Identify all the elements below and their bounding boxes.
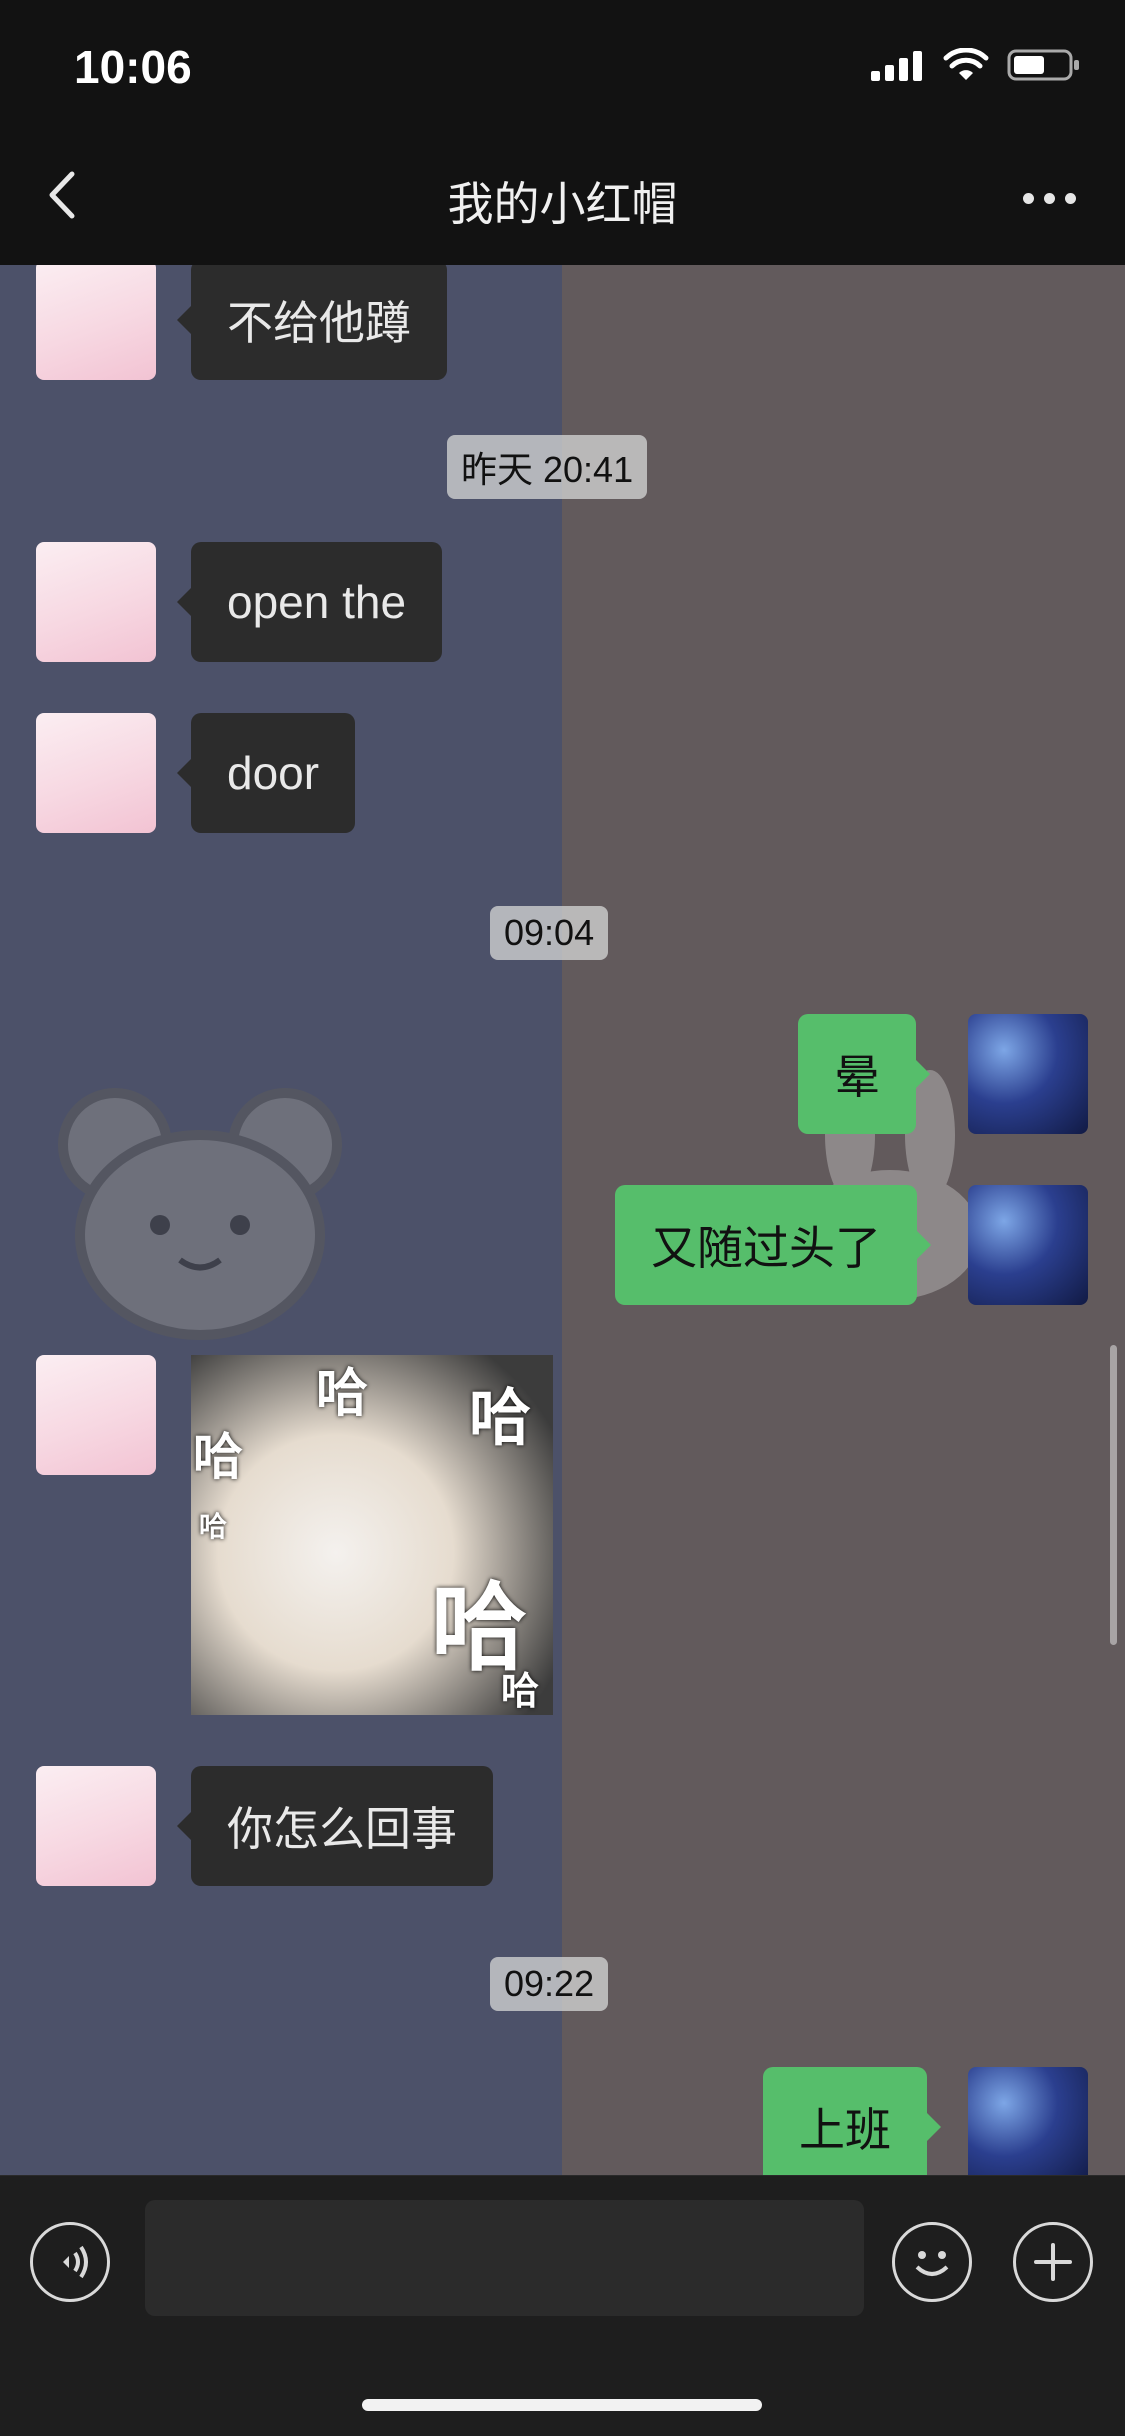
message-bubble[interactable]: 又随过头了	[615, 1185, 931, 1305]
more-actions-button[interactable]	[1013, 2222, 1093, 2302]
message-bubble[interactable]: door	[176, 713, 356, 833]
contact-avatar[interactable]	[36, 713, 156, 833]
sticker-text: 哈	[469, 1384, 532, 1453]
voice-icon	[63, 2245, 88, 2279]
chat-screen: 10:06 我的小红帽 不给他蹲 昨天 20:41 open the door …	[0, 0, 1125, 2436]
user-avatar[interactable]	[968, 1185, 1088, 1305]
timestamp: 09:22	[490, 1957, 609, 2011]
message-bubble[interactable]: open the	[176, 542, 443, 662]
emoji-button[interactable]	[892, 2222, 972, 2302]
battery-icon	[1007, 49, 1079, 81]
chat-title: 我的小红帽	[447, 178, 678, 230]
message-bubble[interactable]: 上班	[763, 2067, 941, 2175]
user-avatar[interactable]	[968, 2067, 1088, 2175]
contact-avatar[interactable]	[36, 542, 156, 662]
chat-area[interactable]: 不给他蹲 昨天 20:41 open the door 09:04 晕 又随过头…	[0, 265, 1125, 2175]
timestamp: 09:04	[490, 906, 609, 960]
plus-icon	[1034, 2243, 1072, 2281]
sticker-text: 哈	[316, 1365, 369, 1423]
timestamp: 昨天 20:41	[447, 435, 648, 499]
user-avatar[interactable]	[968, 1014, 1088, 1134]
status-icons	[871, 48, 1081, 82]
status-time: 10:06	[74, 41, 192, 93]
more-icon-dot	[1022, 192, 1034, 204]
scrollbar[interactable]	[1110, 1345, 1117, 1645]
sticker-text: 哈	[199, 1511, 228, 1542]
contact-avatar[interactable]	[36, 1355, 156, 1475]
more-icon-dot	[1043, 192, 1055, 204]
message-bubble[interactable]: 你怎么回事	[177, 1766, 493, 1886]
contact-avatar[interactable]	[36, 1766, 156, 1886]
wifi-icon	[943, 48, 989, 80]
bear-illustration	[58, 1088, 342, 1340]
sticker-text: 哈	[193, 1429, 243, 1485]
home-indicator[interactable]	[362, 2399, 762, 2411]
message-bubble[interactable]: 不给他蹲	[177, 265, 447, 380]
input-bar	[0, 2175, 1125, 2436]
voice-button[interactable]	[30, 2222, 110, 2302]
more-options-button[interactable]	[1009, 170, 1089, 226]
contact-avatar[interactable]	[36, 265, 156, 380]
signal-icon	[871, 51, 922, 81]
message-bubble[interactable]: 晕	[798, 1014, 930, 1134]
cat-sticker[interactable]: 哈 哈 哈 哈 哈 哈	[191, 1355, 553, 1715]
message-input[interactable]	[145, 2200, 864, 2316]
emoji-icon	[915, 2251, 949, 2276]
top-bar: 10:06 我的小红帽	[0, 0, 1125, 265]
sticker-text: 哈	[501, 1671, 540, 1713]
more-icon-dot	[1064, 192, 1076, 204]
